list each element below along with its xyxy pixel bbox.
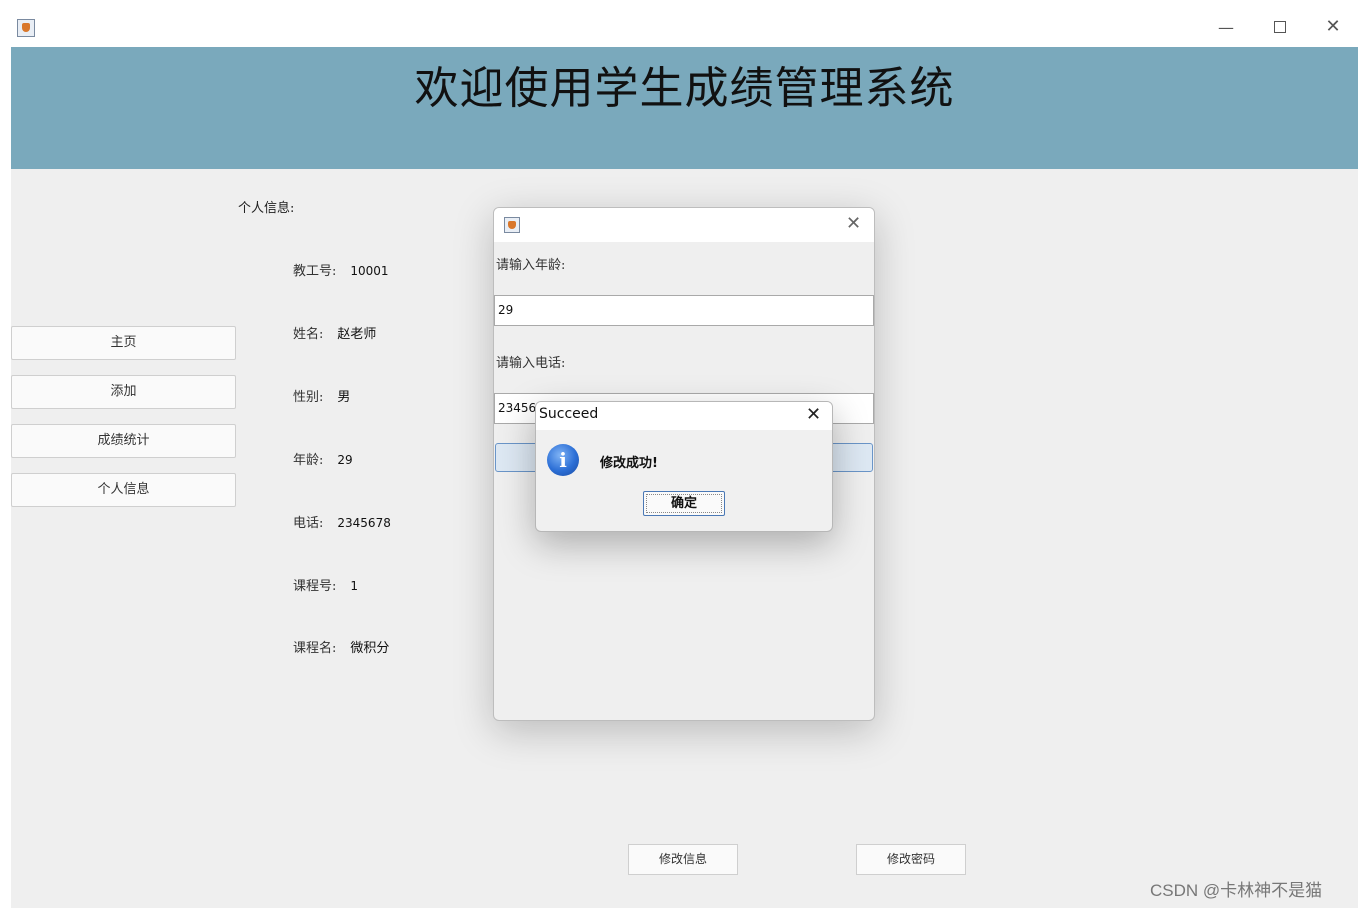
field-value: 2345678: [337, 516, 391, 530]
info-row-teacher-id: 教工号: 10001: [293, 260, 389, 279]
info-icon: i: [547, 444, 579, 476]
phone-prompt: 请输入电话:: [496, 356, 566, 371]
modify-password-button[interactable]: 修改密码: [856, 844, 966, 875]
sidebar-item-grade-stats[interactable]: 成绩统计: [11, 424, 236, 458]
info-row-course-name: 课程名: 微积分: [293, 637, 389, 656]
msgbox-title: Succeed: [539, 406, 599, 422]
window-titlebar: — ✕: [0, 0, 1358, 47]
dialog-titlebar: ✕: [494, 208, 874, 242]
field-label: 教工号:: [293, 264, 337, 279]
modify-info-button[interactable]: 修改信息: [628, 844, 738, 875]
java-app-icon: [504, 217, 520, 233]
maximize-button[interactable]: [1268, 18, 1292, 37]
sidebar-item-add[interactable]: 添加: [11, 375, 236, 409]
maximize-icon: [1274, 21, 1286, 33]
field-value: 10001: [350, 264, 389, 278]
info-row-age: 年龄: 29: [293, 449, 353, 468]
ok-button[interactable]: 确定: [643, 491, 725, 516]
watermark: CSDN @卡林神不是猫: [1150, 881, 1323, 900]
field-label: 课程号:: [293, 579, 337, 594]
age-prompt: 请输入年龄:: [496, 258, 566, 273]
java-app-icon: [17, 19, 35, 37]
field-label: 电话:: [293, 516, 324, 531]
page-title: 欢迎使用学生成绩管理系统: [414, 63, 955, 114]
age-input[interactable]: 29: [494, 295, 874, 326]
field-value: 1: [350, 579, 359, 593]
msgbox-close-button[interactable]: ✕: [806, 404, 821, 425]
field-label: 性别:: [293, 390, 324, 405]
info-row-gender: 性别: 男: [293, 386, 350, 405]
sidebar-item-personal-info[interactable]: 个人信息: [11, 473, 236, 507]
msgbox-message: 修改成功!: [600, 456, 658, 471]
info-row-name: 姓名: 赵老师: [293, 323, 376, 342]
header-banner: 欢迎使用学生成绩管理系统: [11, 47, 1358, 169]
section-label: 个人信息:: [238, 201, 295, 216]
field-label: 年龄:: [293, 453, 324, 468]
success-dialog: Succeed ✕ i 修改成功! 确定: [535, 401, 833, 532]
dialog-close-button[interactable]: ✕: [846, 213, 861, 234]
field-value: 29: [337, 453, 353, 467]
field-label: 课程名:: [293, 641, 337, 656]
info-row-course-id: 课程号: 1: [293, 575, 358, 594]
info-row-phone: 电话: 2345678: [293, 512, 391, 531]
msgbox-titlebar: Succeed ✕: [536, 402, 832, 430]
field-value: 男: [337, 390, 351, 405]
field-label: 姓名:: [293, 327, 324, 342]
field-value: 赵老师: [337, 327, 377, 342]
field-value: 微积分: [350, 641, 390, 656]
minimize-button[interactable]: —: [1214, 18, 1238, 37]
close-button[interactable]: ✕: [1321, 16, 1345, 37]
sidebar-item-home[interactable]: 主页: [11, 326, 236, 360]
